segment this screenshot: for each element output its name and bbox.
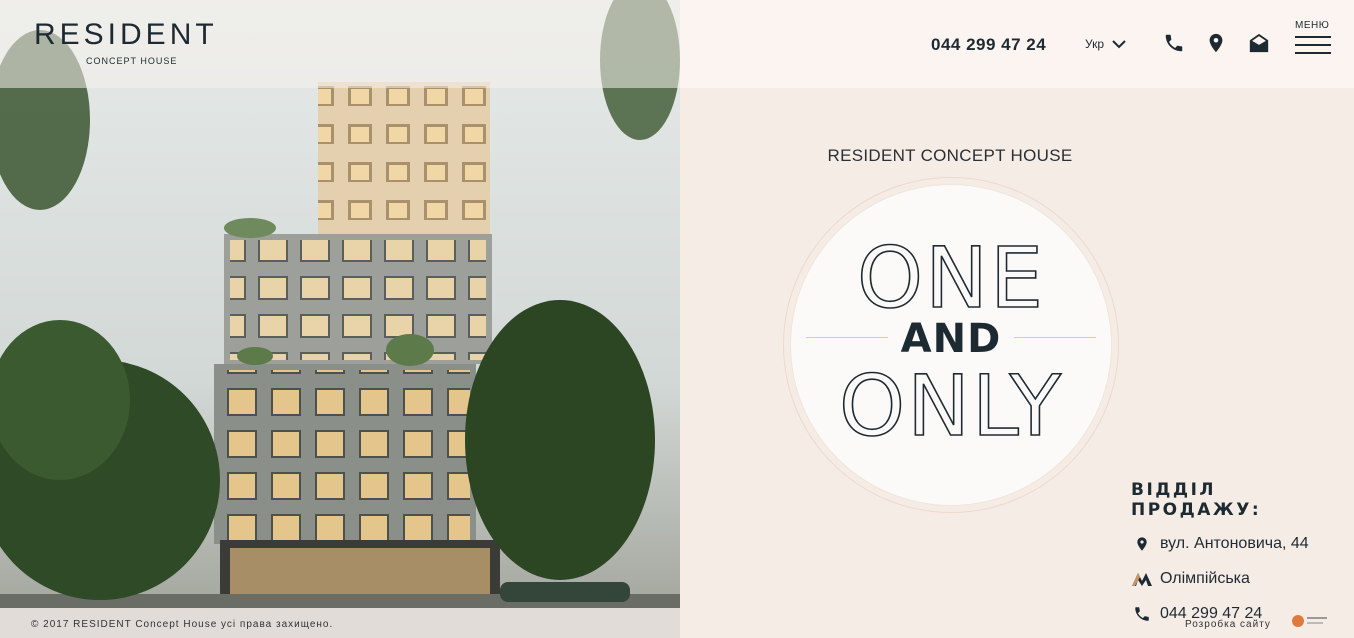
header-phone-link[interactable]: 044 299 47 24 [931,35,1046,55]
location-pin-icon [1131,533,1153,555]
developer-link[interactable]: Розробка сайту [1185,619,1271,630]
location-pin-icon[interactable] [1205,32,1227,54]
logo-subtitle: CONCEPT HOUSE [86,56,178,66]
language-selector[interactable]: Укр [1085,37,1126,51]
sales-metro: Олімпійська [1131,568,1341,590]
sales-title: ВІДДІЛ ПРОДАЖУ: [1131,480,1262,520]
hamburger-icon-bar [1295,52,1331,54]
chevron-down-icon [1112,40,1126,49]
copyright-text: © 2017 RESIDENT Concept House усі права … [31,619,334,630]
hamburger-icon-bar [1295,44,1331,46]
language-label: Укр [1085,37,1105,51]
sales-metro-text: Олімпійська [1160,570,1250,587]
site-logo[interactable]: RESIDENT CONCEPT HOUSE [34,18,234,66]
sales-address[interactable]: вул. Антоновича, 44 [1131,533,1341,555]
phone-icon[interactable] [1163,32,1185,54]
menu-button[interactable]: МЕНЮ [1295,20,1331,54]
phone-icon [1131,603,1153,625]
hero-building-image [0,0,680,638]
page-subtitle: RESIDENT CONCEPT HOUSE [827,146,1073,165]
mail-icon[interactable] [1248,32,1270,54]
hamburger-icon [1295,36,1331,38]
site-header: RESIDENT CONCEPT HOUSE 044 299 47 24 Укр… [0,0,1354,88]
building-illustration [0,0,680,638]
sales-department: ВІДДІЛ ПРОДАЖУ: вул. Антоновича, 44 Олім… [1131,480,1341,625]
sales-address-text: вул. Антоновича, 44 [1160,535,1309,552]
metro-icon [1131,568,1153,590]
developer-logo-icon[interactable] [1290,612,1330,630]
logo-text: RESIDENT [34,18,218,51]
headline-only: ONLY [838,356,1063,456]
headline-one: ONE [856,228,1046,328]
menu-label: МЕНЮ [1295,20,1330,31]
